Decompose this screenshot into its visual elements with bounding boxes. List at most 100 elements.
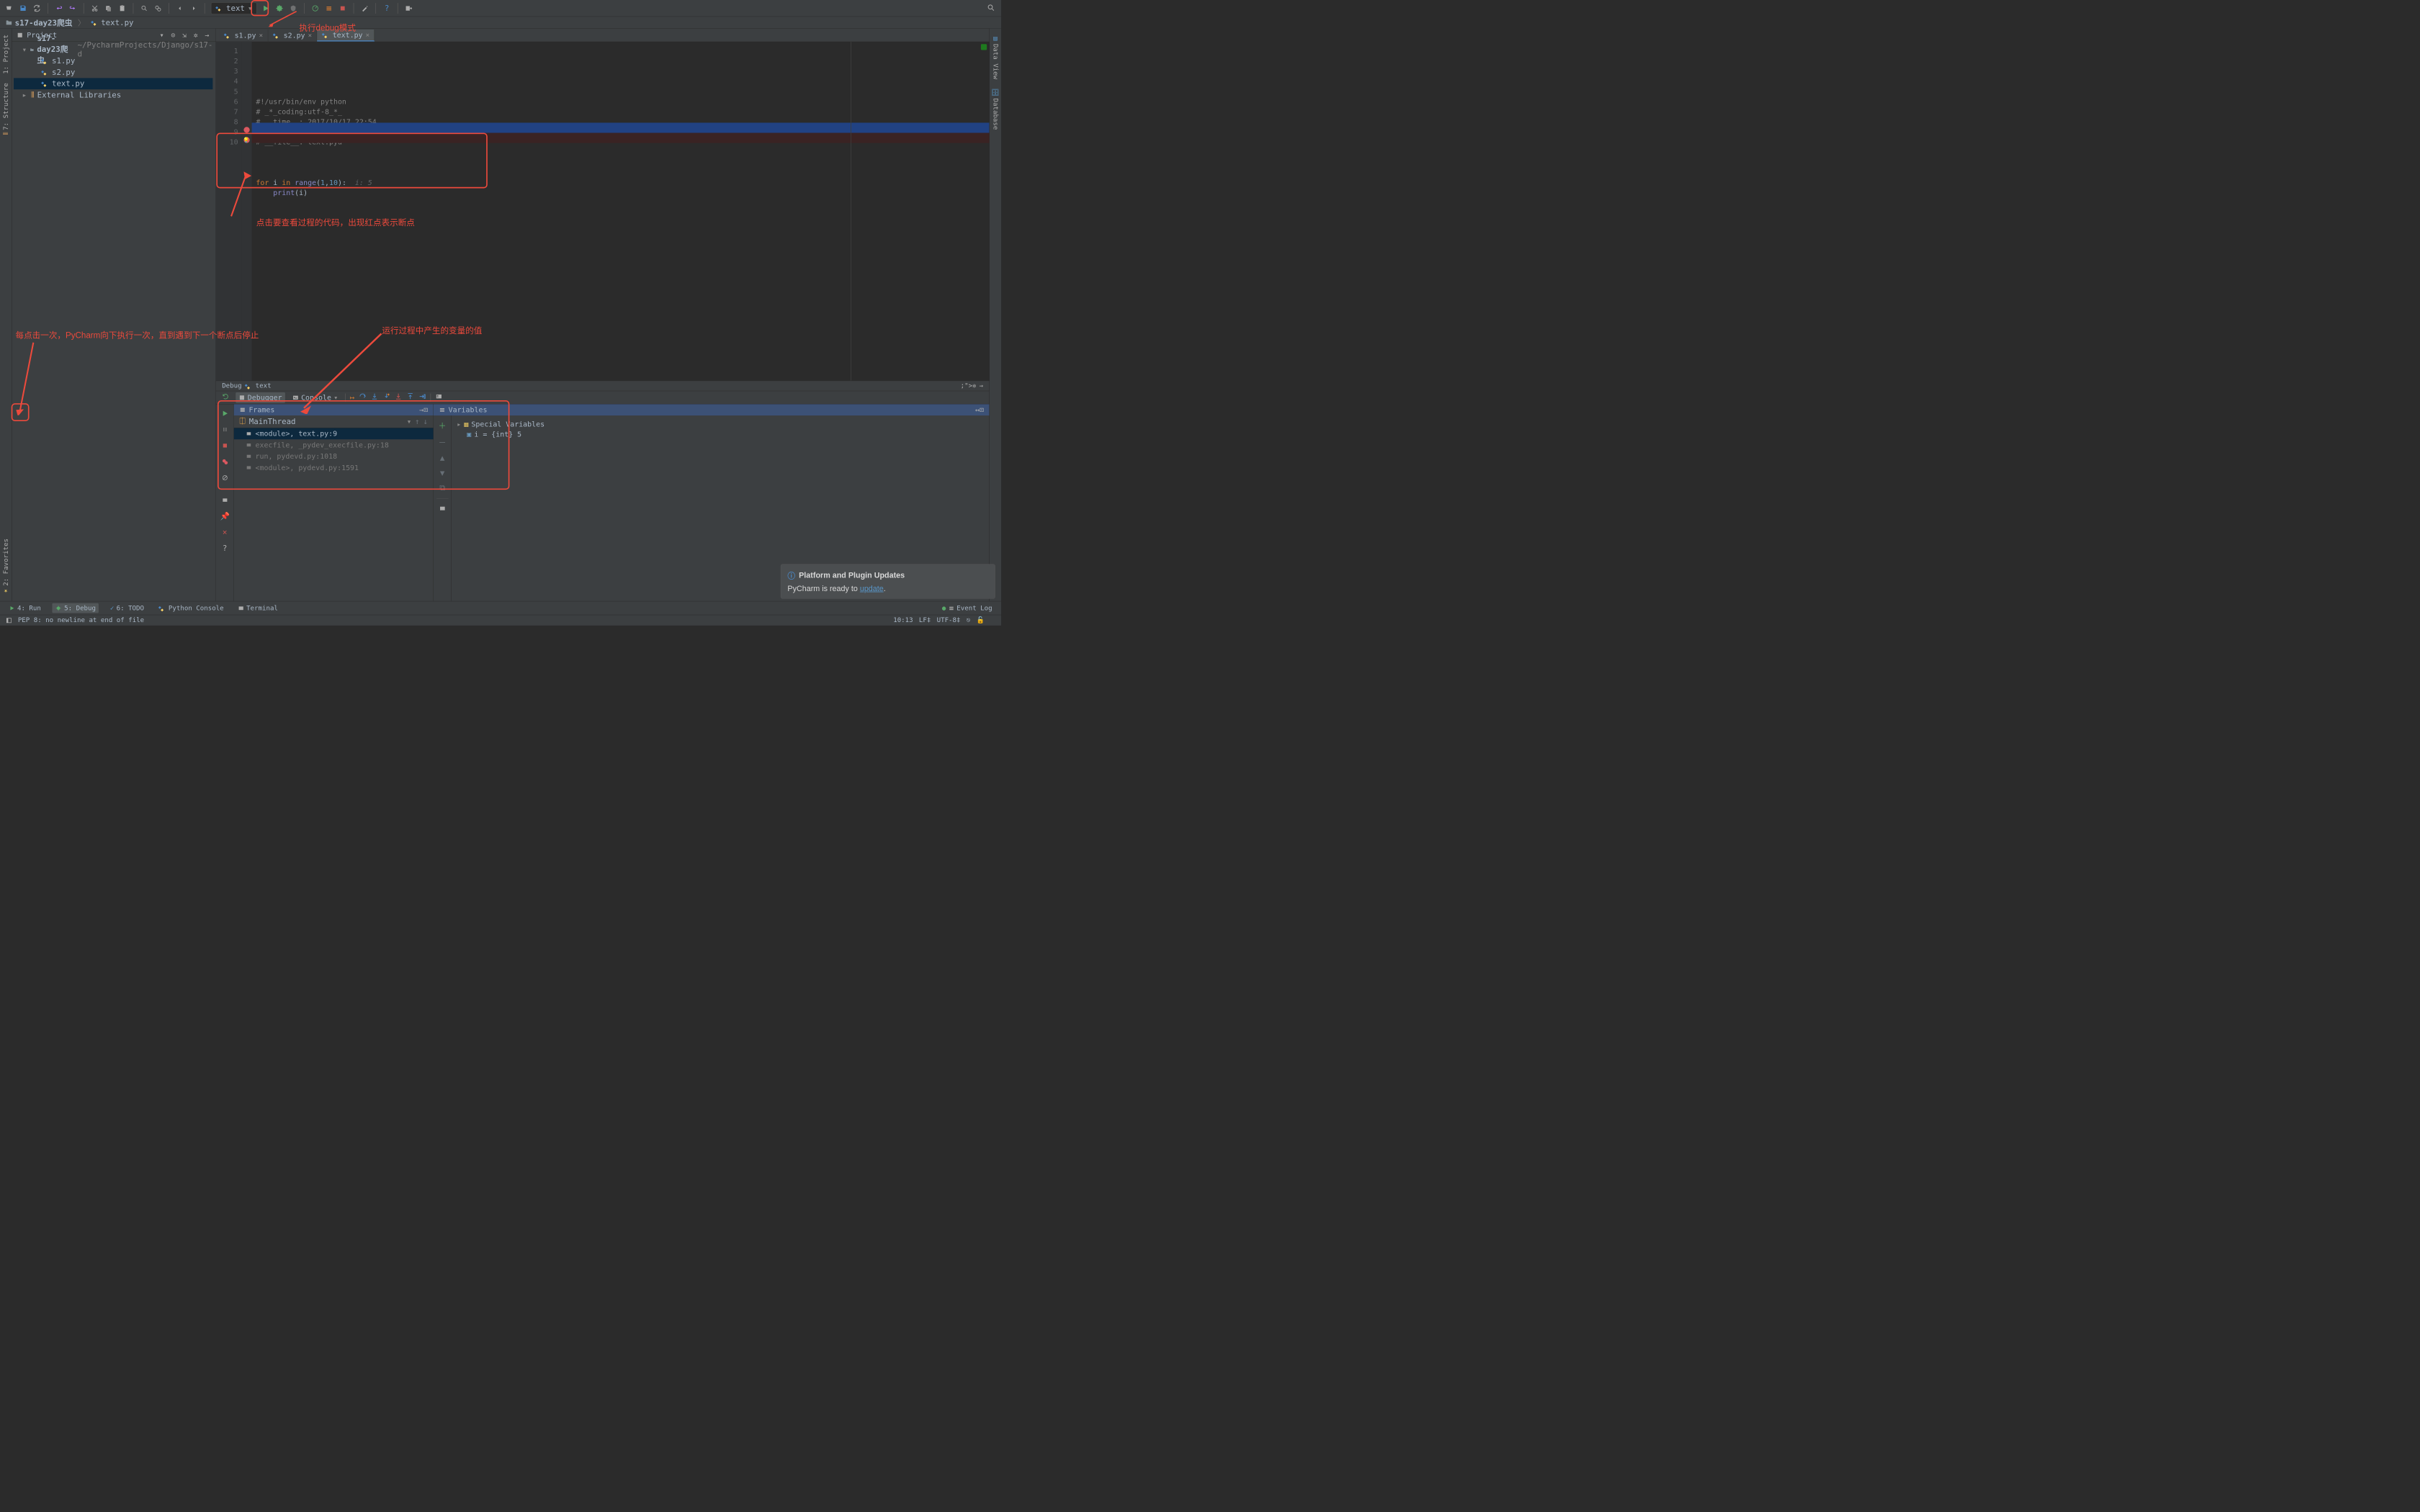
- editor-tab-s1[interactable]: s1.py ×: [219, 30, 268, 42]
- frame-row-0[interactable]: <module>, text.py:9: [234, 428, 434, 439]
- close-tab-icon[interactable]: ×: [308, 32, 312, 39]
- pin-icon[interactable]: 📌: [220, 511, 230, 521]
- side-tab-project[interactable]: 1: Project: [2, 35, 9, 74]
- copy-watch-icon[interactable]: ⧉: [439, 483, 445, 492]
- file-encoding[interactable]: UTF-8‡: [937, 616, 961, 624]
- terminal-tab[interactable]: Terminal: [235, 603, 281, 613]
- code-editor[interactable]: 1 2 3 4 5 6 7 8 9 10 💡 #!/usr/bin/env: [216, 42, 990, 381]
- cut-icon[interactable]: [90, 4, 99, 13]
- frame-row-1[interactable]: execfile, _pydev_execfile.py:18: [234, 439, 434, 451]
- wand-icon[interactable]: [360, 4, 369, 13]
- update-notification[interactable]: ⓘ Platform and Plugin Updates PyCharm is…: [781, 564, 995, 599]
- side-tab-dataview[interactable]: ▤Data View: [992, 35, 999, 79]
- open-icon[interactable]: [5, 4, 14, 13]
- step-into-mycode-icon[interactable]: [382, 392, 390, 402]
- lightbulb-icon[interactable]: 💡: [243, 137, 249, 143]
- rerun-icon[interactable]: [222, 393, 229, 402]
- view-breakpoints-icon[interactable]: [220, 456, 230, 467]
- sync-icon[interactable]: [32, 4, 42, 13]
- run-to-cursor-icon[interactable]: [418, 392, 426, 402]
- close-panel-icon[interactable]: ✕: [220, 527, 230, 537]
- show-exec-point-icon[interactable]: ↦: [350, 393, 354, 402]
- show-watches-icon[interactable]: [439, 505, 446, 514]
- breakpoint-icon[interactable]: [243, 127, 249, 132]
- copy-icon[interactable]: [104, 4, 113, 13]
- coverage-icon[interactable]: [289, 4, 298, 13]
- thread-selector[interactable]: ⎅ MainThread ▾ ↑ ↓: [234, 415, 434, 428]
- hide-icon[interactable]: →: [980, 382, 983, 390]
- todo-toolwindow-tab[interactable]: ✓ 6: TODO: [107, 603, 147, 613]
- evaluate-expression-icon[interactable]: [435, 392, 443, 402]
- project-root-node[interactable]: ▾ s17-day23爬虫 ~/PycharmProjects/Django/s…: [14, 44, 212, 55]
- close-tab-icon[interactable]: ×: [366, 31, 369, 38]
- step-into-icon[interactable]: [371, 392, 379, 402]
- stop-debug-button[interactable]: [220, 441, 230, 451]
- debug-button[interactable]: [275, 4, 284, 13]
- breadcrumb-file[interactable]: text.py: [91, 18, 133, 27]
- file-node-text[interactable]: text.py: [14, 78, 212, 89]
- special-variables-node[interactable]: ▸ ▦ Special Variables: [457, 419, 984, 429]
- forward-icon[interactable]: [189, 4, 198, 13]
- stop-button[interactable]: [338, 4, 347, 13]
- code-content[interactable]: #!/usr/bin/env python # _*_coding:utf-8_…: [252, 42, 990, 381]
- restore-layout-icon[interactable]: →⊡: [419, 405, 428, 414]
- tool-window-quick-access-icon[interactable]: [6, 617, 12, 623]
- step-out-icon[interactable]: [406, 392, 414, 402]
- restore-layout-icon[interactable]: ↔⊡: [975, 405, 984, 414]
- find-icon[interactable]: [140, 4, 149, 13]
- side-tab-favorites[interactable]: ★2: Favorites: [2, 539, 9, 595]
- update-link[interactable]: update: [860, 584, 884, 593]
- add-watch-icon[interactable]: ＋: [439, 420, 447, 431]
- exit-icon[interactable]: [404, 4, 413, 13]
- console-tab[interactable]: Console ▾: [290, 392, 341, 403]
- side-tab-database[interactable]: 🗄Database: [992, 89, 999, 130]
- inspection-indicator[interactable]: [981, 44, 987, 50]
- settings-icon[interactable]: [220, 495, 230, 505]
- external-libraries-node[interactable]: ▸ ⫴ External Libraries: [14, 89, 212, 101]
- step-over-icon[interactable]: [359, 392, 367, 402]
- save-all-icon[interactable]: [19, 4, 28, 13]
- line-separator[interactable]: LF‡: [919, 616, 931, 624]
- run-button[interactable]: [261, 4, 271, 13]
- move-up-icon[interactable]: ▲: [440, 454, 444, 462]
- frame-row-3[interactable]: <module>, pydevd.py:1591: [234, 462, 434, 474]
- profile-icon[interactable]: [310, 4, 320, 13]
- context-indicator[interactable]: ⎋: [967, 616, 970, 624]
- event-log-tab[interactable]: ● Event Log: [939, 603, 995, 613]
- variable-i[interactable]: ▣ i = {int} 5: [457, 429, 984, 439]
- help-icon[interactable]: ?: [382, 4, 391, 13]
- frame-row-2[interactable]: run, pydevd.py:1018: [234, 451, 434, 462]
- help-icon[interactable]: ?: [220, 544, 230, 554]
- editor-tab-s2[interactable]: s2.py ×: [268, 30, 317, 42]
- remove-watch-icon[interactable]: －: [439, 436, 447, 447]
- run-toolwindow-tab[interactable]: 4: Run: [6, 603, 44, 613]
- readonly-lock-icon[interactable]: 🔓: [977, 616, 985, 624]
- force-step-into-icon[interactable]: [395, 392, 403, 402]
- concurrency-icon[interactable]: [324, 4, 333, 13]
- python-console-tab[interactable]: Python Console: [156, 603, 227, 613]
- project-dropdown-icon[interactable]: ▾: [158, 31, 166, 39]
- collapse-all-icon[interactable]: ⇲: [181, 31, 189, 39]
- file-node-s2[interactable]: s2.py: [14, 67, 212, 78]
- hide-icon[interactable]: →: [203, 31, 211, 39]
- move-down-icon[interactable]: ▼: [440, 469, 444, 477]
- run-config-selector[interactable]: text ▾: [211, 2, 257, 14]
- pause-button[interactable]: [220, 425, 230, 435]
- debug-toolwindow-tab[interactable]: 5: Debug: [53, 603, 99, 613]
- undo-icon[interactable]: [54, 4, 63, 13]
- breakpoint-gutter[interactable]: 💡: [242, 42, 252, 381]
- debugger-tab[interactable]: Debugger: [236, 392, 285, 403]
- cursor-position[interactable]: 10:13: [893, 616, 913, 624]
- scroll-to-source-icon[interactable]: ⊙: [169, 31, 177, 39]
- redo-icon[interactable]: [68, 4, 77, 13]
- editor-tab-text[interactable]: text.py ×: [317, 30, 375, 42]
- paste-icon[interactable]: [117, 4, 127, 13]
- back-icon[interactable]: [175, 4, 184, 13]
- breadcrumb-project[interactable]: s17-day23爬虫: [5, 17, 72, 28]
- replace-icon[interactable]: [153, 4, 163, 13]
- mute-breakpoints-icon[interactable]: [220, 473, 230, 483]
- search-everywhere-icon[interactable]: [986, 3, 995, 12]
- settings-gear-icon[interactable]: ;">✲: [961, 382, 977, 390]
- side-tab-structure[interactable]: ⫴7: Structure: [2, 83, 9, 135]
- resume-button[interactable]: [220, 408, 230, 418]
